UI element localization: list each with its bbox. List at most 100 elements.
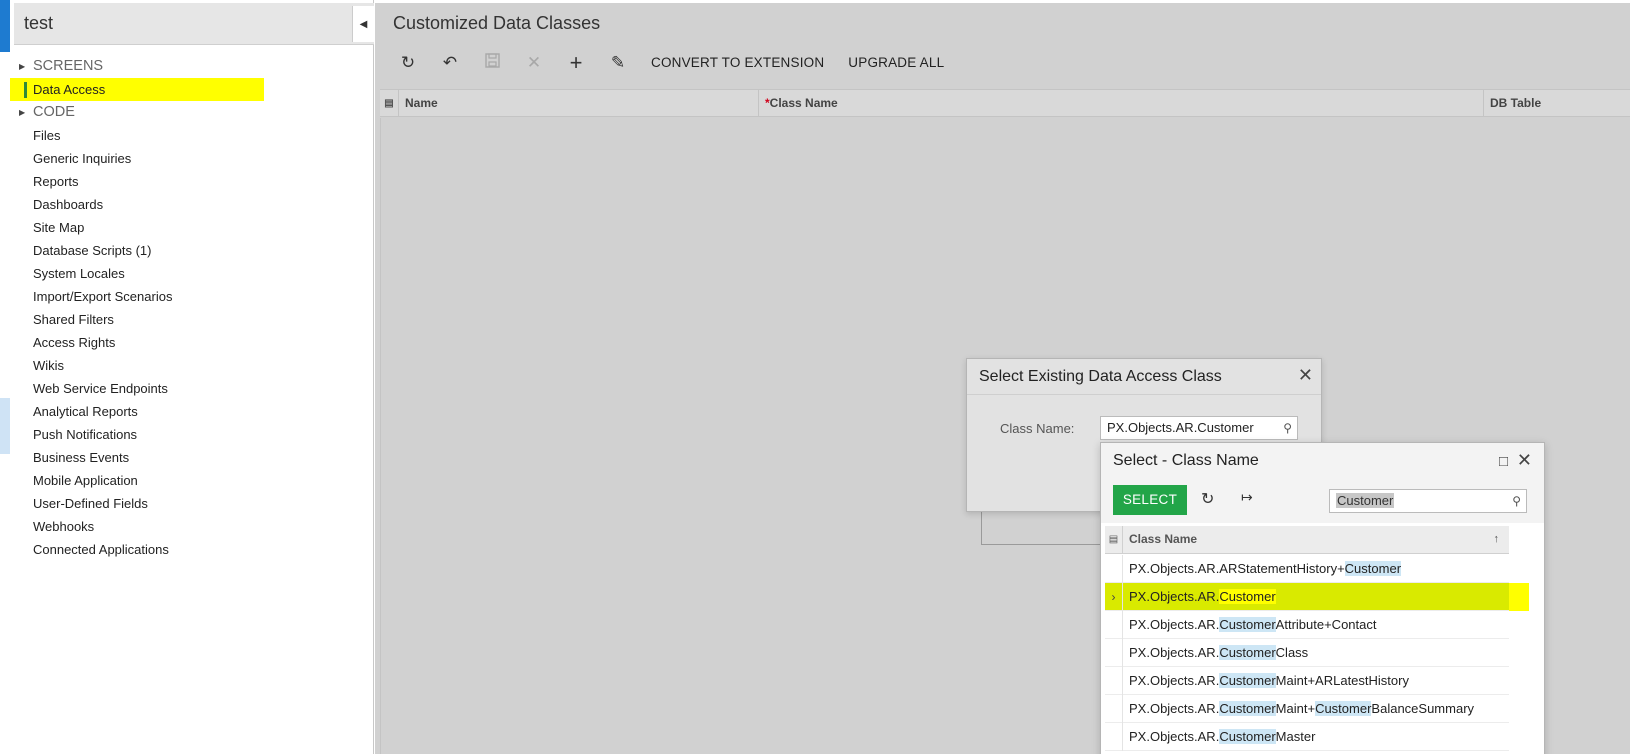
lookup-row[interactable]: PX.Objects.AR.CustomerMaint+ARLatestHist… [1105,667,1509,695]
upgrade-all-button[interactable]: UPGRADE ALL [836,48,956,78]
undo-icon: ↶ [442,53,458,72]
lookup-toolbar: SELECT ↻ ↦ Customer ⚲ [1101,479,1544,523]
close-dialog-button[interactable]: ✕ [1298,365,1313,386]
sidebar-item-label: Mobile Application [33,473,138,488]
select-class-name-dialog: Select - Class Name □ ✕ SELECT ↻ ↦ Custo… [1100,442,1545,754]
sidebar-item-web-service-endpoints[interactable]: Web Service Endpoints [10,377,374,400]
lookup-row[interactable]: PX.Objects.AR.CustomerClass [1105,639,1509,667]
search-match: Customer [1344,561,1402,576]
sidebar-item-label: System Locales [33,266,125,281]
column-chooser-icon[interactable]: ▤ [380,90,398,117]
sidebar-item-reports[interactable]: Reports [10,170,374,193]
convert-to-extension-button[interactable]: CONVERT TO EXTENSION [639,48,836,78]
sidebar-group-screens[interactable]: ▶ SCREENS [10,55,374,78]
row-marker [1105,723,1123,751]
column-chooser-icon[interactable]: ▤ [1105,526,1123,553]
sidebar-group-code[interactable]: ▶ CODE [10,101,374,124]
project-sidebar: test ◀ ▶ SCREENS Data Access ▶ CODE Files Gene… [10,0,374,754]
add-button[interactable]: + [555,48,597,78]
sidebar-item-label: Files [33,128,61,143]
class-name-input[interactable]: PX.Objects.AR.Customer ⚲ [1100,416,1298,440]
sidebar-item-shared-filters[interactable]: Shared Filters [10,308,374,331]
class-name-cell: PX.Objects.AR.CustomerMaint+ARLatestHist… [1129,667,1409,695]
cell-text: PX.Objects.AR. [1129,701,1220,716]
fit-width-icon: ↦ [1241,489,1253,505]
column-name[interactable]: Name [398,90,758,117]
column-class-name[interactable]: Class Name [1129,526,1197,553]
row-marker [1105,695,1123,723]
search-match: Customer [1315,701,1372,716]
lookup-row[interactable]: › PX.Objects.AR.Customer [1105,583,1529,611]
expand-icon[interactable]: ▶ [19,55,25,78]
cell-text: PX.Objects.AR. [1129,729,1220,744]
close-icon: ✕ [1516,450,1532,470]
sidebar-item-label: SCREENS [33,58,104,74]
refresh-button[interactable]: ↻ [387,48,429,78]
edit-button[interactable]: ✎ [597,48,639,78]
lookup-column-header: ▤ Class Name ↑ [1105,526,1509,554]
class-name-label: Class Name: [1000,421,1075,436]
fit-columns-button[interactable]: ↦ [1241,489,1253,506]
row-marker [1105,667,1123,695]
sidebar-item-label: Dashboards [33,197,104,212]
save-button[interactable] [471,48,513,78]
column-db-table[interactable]: DB Table [1483,90,1630,117]
maximize-button[interactable]: □ [1499,453,1508,470]
dialog-title: Select Existing Data Access Class [979,368,1222,385]
search-match: Customer [1219,729,1276,744]
cell-text: PX.Objects.AR. [1129,617,1220,632]
row-marker [1105,555,1123,583]
cell-text: Maint+ARLatestHistory [1275,673,1409,688]
sidebar-item-label: Connected Applications [33,542,169,557]
sidebar-item-connected-applications[interactable]: Connected Applications [10,538,374,561]
refresh-icon: ↻ [400,53,416,72]
sidebar-item-label: Business Events [33,450,130,465]
sidebar-item-mobile-application[interactable]: Mobile Application [10,469,374,492]
collapse-sidebar-button[interactable]: ◀ [352,6,374,42]
sidebar-item-access-rights[interactable]: Access Rights [10,331,374,354]
lookup-search-input[interactable]: Customer ⚲ [1329,489,1527,513]
sidebar-item-dashboards[interactable]: Dashboards [10,193,374,216]
cell-text: Maint+ [1275,701,1316,716]
sort-ascending-icon[interactable]: ↑ [1494,526,1500,553]
search-icon[interactable]: ⚲ [1283,417,1292,439]
sidebar-item-analytical-reports[interactable]: Analytical Reports [10,400,374,423]
class-name-cell: PX.Objects.AR.Customer [1129,583,1276,611]
class-name-cell: PX.Objects.AR.CustomerMaster [1129,723,1315,751]
sidebar-item-label: Web Service Endpoints [33,381,168,396]
lookup-rows: PX.Objects.AR.ARStatementHistory+Custome… [1105,555,1529,751]
lookup-row[interactable]: PX.Objects.AR.ARStatementHistory+Custome… [1105,555,1509,583]
sidebar-item-database-scripts-1[interactable]: Database Scripts (1) [10,239,374,262]
cell-text: BalanceSummary [1371,701,1475,716]
sidebar-item-push-notifications[interactable]: Push Notifications [10,423,374,446]
refresh-button[interactable]: ↻ [1201,489,1214,509]
lookup-row[interactable]: PX.Objects.AR.CustomerMaint+CustomerBala… [1105,695,1509,723]
lookup-row[interactable]: PX.Objects.AR.CustomerMaster [1105,723,1509,751]
row-marker [1105,611,1123,639]
expand-icon[interactable]: ▶ [19,101,25,124]
sidebar-item-webhooks[interactable]: Webhooks [10,515,374,538]
undo-button[interactable]: ↶ [429,48,471,78]
sidebar-item-import-export-scenarios[interactable]: Import/Export Scenarios [10,285,374,308]
close-icon: ✕ [526,53,542,72]
close-lookup-button[interactable]: ✕ [1517,450,1532,471]
sidebar-item-wikis[interactable]: Wikis [10,354,374,377]
page-title: Customized Data Classes [393,13,601,33]
sidebar-item-files[interactable]: Files [10,124,374,147]
sidebar-item-system-locales[interactable]: System Locales [10,262,374,285]
sidebar-item-user-defined-fields[interactable]: User-Defined Fields [10,492,374,515]
sidebar-item-label: Push Notifications [33,427,138,442]
class-name-cell: PX.Objects.AR.CustomerMaint+CustomerBala… [1129,695,1474,723]
column-class-name[interactable]: *Class Name [758,90,1483,117]
sidebar-item-generic-inquiries[interactable]: Generic Inquiries [10,147,374,170]
sidebar-item-label: Shared Filters [33,312,114,327]
delete-button[interactable]: ✕ [513,48,555,78]
select-button[interactable]: SELECT [1113,485,1187,515]
lookup-row[interactable]: PX.Objects.AR.CustomerAttribute+Contact [1105,611,1509,639]
sidebar-item-data-access[interactable]: Data Access [10,78,264,101]
sidebar-item-business-events[interactable]: Business Events [10,446,374,469]
search-match: Customer [1219,645,1276,660]
search-icon[interactable]: ⚲ [1512,490,1521,512]
sidebar-item-label: Analytical Reports [33,404,138,419]
sidebar-item-site-map[interactable]: Site Map [10,216,374,239]
